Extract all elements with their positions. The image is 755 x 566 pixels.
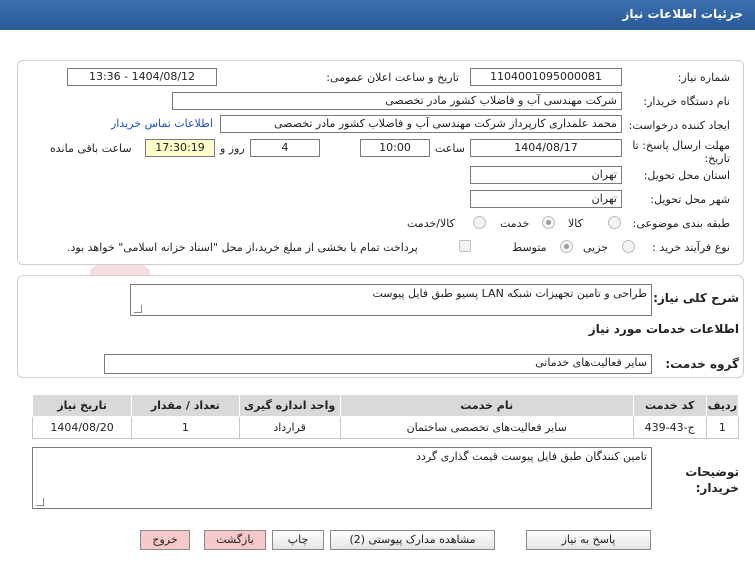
purchase-minor-radio[interactable] (622, 240, 635, 253)
title-bar: جزئیات اطلاعات نیاز (0, 0, 755, 30)
col-header-quantity: تعداد / مقدار (131, 394, 240, 417)
print-button[interactable]: چاپ (272, 530, 324, 550)
category-goods-service-label: کالا/خدمت (407, 217, 455, 230)
need-summary-label: شرح کلی نیاز: (653, 291, 739, 305)
announce-datetime-field: 1404/08/12 - 13:36 (67, 68, 217, 86)
reply-button[interactable]: پاسخ به نیاز (526, 530, 651, 550)
view-attachments-button[interactable]: مشاهده مدارک پیوستی (2) (330, 530, 495, 550)
col-header-unit: واحد اندازه گیری (238, 394, 341, 417)
category-label: طبقه بندی موضوعی: (632, 217, 730, 230)
buyer-notes-label: توضیحات (685, 465, 739, 479)
need-number-label: شماره نیاز: (677, 71, 730, 84)
services-table: ردیف کد خدمت نام خدمت واحد اندازه گیری ت… (31, 394, 740, 439)
requester-label: ایجاد کننده درخواست: (628, 119, 730, 132)
cell-service-name: سایر فعالیت‌های تخصصی ساختمان (339, 416, 634, 439)
services-table-header-row: ردیف کد خدمت نام خدمت واحد اندازه گیری ت… (31, 394, 740, 417)
treasury-payment-note: پرداخت تمام یا بخشی از مبلغ خرید،از محل … (67, 241, 418, 254)
services-section-title: اطلاعات خدمات مورد نیاز (588, 322, 739, 336)
cell-unit: قرارداد (238, 416, 341, 439)
service-group-field: سایر فعالیت‌های خدماتی (104, 354, 652, 374)
treasury-payment-checkbox[interactable] (459, 240, 471, 252)
delivery-province-field: تهران (470, 166, 622, 184)
deadline-days-field: 4 (250, 139, 320, 157)
cell-need-date: 1404/08/20 (31, 416, 133, 439)
deadline-label-date: تاریخ: (704, 152, 730, 165)
back-button[interactable]: بازگشت (204, 530, 266, 550)
need-summary-field: طراحی و تامین تجهیزات شبکه LAN پسیو طبق … (130, 284, 652, 316)
deadline-time-label: ساعت (435, 142, 465, 155)
purchase-minor-label: جزیی (583, 241, 609, 254)
buyer-notes-field: تامین کنندگان طبق فایل پیوست قیمت گذاری … (32, 447, 652, 509)
cell-service-code: ج-43-439 (632, 416, 707, 439)
need-summary-resize-handle[interactable] (134, 305, 142, 313)
purchase-medium-radio[interactable] (560, 240, 573, 253)
buyer-notes-label-2: خریدار: (695, 481, 739, 495)
purchase-medium-label: متوسط (512, 241, 547, 254)
buyer-contact-link[interactable]: اطلاعات تماس خریدار (111, 117, 213, 130)
col-header-service-name: نام خدمت (339, 394, 634, 417)
category-service-radio[interactable] (542, 216, 555, 229)
buyer-org-label: نام دستگاه خریدار: (643, 95, 730, 108)
category-goods-service-radio[interactable] (473, 216, 486, 229)
service-group-label: گروه خدمت: (665, 357, 739, 371)
col-header-need-date: تاریخ نیاز (31, 394, 133, 417)
deadline-label: مهلت ارسال پاسخ: تا (632, 139, 730, 152)
col-header-service-code: کد خدمت (632, 394, 707, 417)
col-header-row-number: ردیف (705, 394, 740, 417)
need-info-panel (17, 60, 744, 265)
requester-field: محمد علمداری کارپرداز شرکت مهندسی آب و ف… (220, 115, 622, 133)
cell-row-number: 1 (705, 416, 740, 439)
category-goods-label: کالا (568, 217, 583, 230)
remaining-time-label: ساعت باقی مانده (50, 142, 132, 155)
cell-quantity: 1 (131, 416, 240, 439)
table-row: 1 ج-43-439 سایر فعالیت‌های تخصصی ساختمان… (31, 416, 740, 439)
delivery-province-label: استان محل تحویل: (643, 169, 730, 182)
need-number-field: 1104001095000081 (470, 68, 622, 86)
deadline-days-label: روز و (220, 142, 245, 155)
remaining-time-field: 17:30:19 (145, 139, 215, 157)
delivery-city-label: شهر محل تحویل: (650, 193, 730, 206)
category-service-label: خدمت (500, 217, 530, 230)
purchase-type-label: نوع فرآیند خرید : (652, 241, 730, 254)
deadline-date-field: 1404/08/17 (470, 139, 622, 157)
exit-button[interactable]: خروج (140, 530, 190, 550)
delivery-city-field: تهران (470, 190, 622, 208)
buyer-org-field: شرکت مهندسی آب و فاضلاب کشور مادر تخصصی (172, 92, 622, 110)
buyer-notes-resize-handle[interactable] (36, 498, 44, 506)
page-title: جزئیات اطلاعات نیاز (622, 7, 743, 21)
announce-datetime-label: تاریخ و ساعت اعلان عمومی: (326, 71, 459, 84)
category-goods-radio[interactable] (608, 216, 621, 229)
deadline-time-field: 10:00 (360, 139, 430, 157)
